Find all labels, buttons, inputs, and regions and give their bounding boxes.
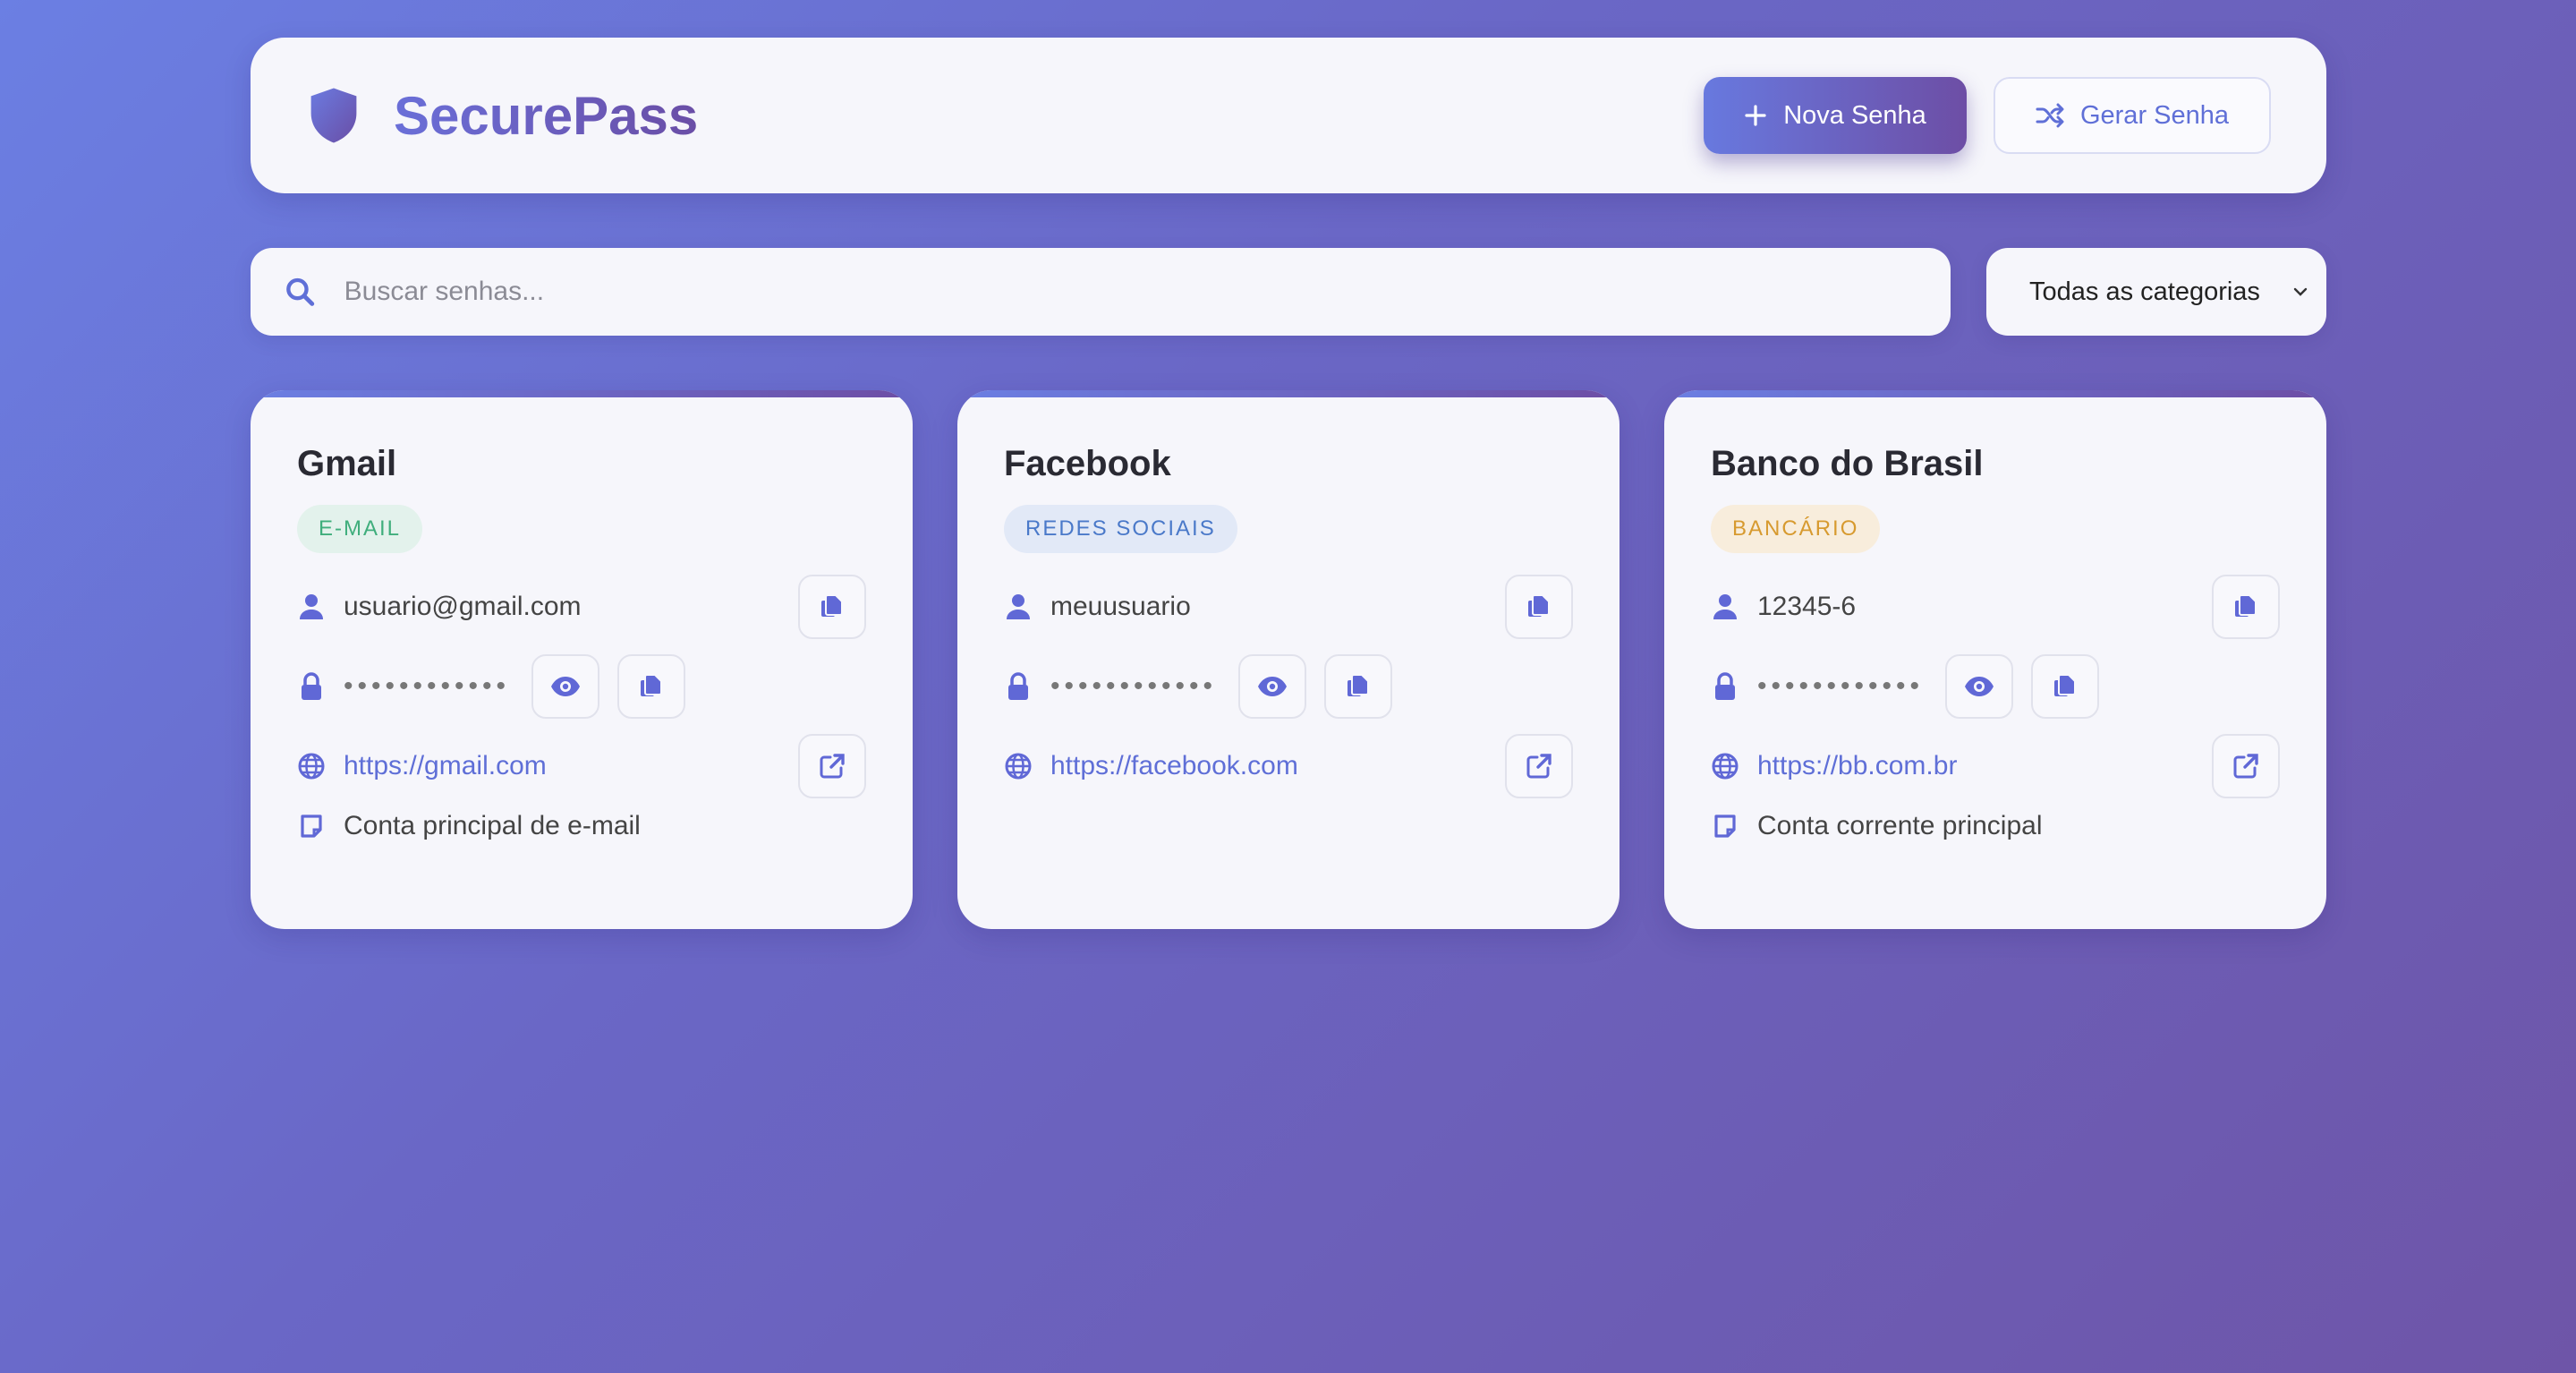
- chevron-down-icon: [2293, 287, 2308, 296]
- external-link-icon: [820, 754, 845, 779]
- user-icon: [297, 593, 326, 621]
- card-title: Gmail: [297, 444, 397, 483]
- url-link[interactable]: https://bb.com.br: [1757, 751, 2212, 781]
- user-icon: [1004, 593, 1033, 621]
- url-row: https://facebook.com: [1004, 734, 1573, 798]
- password-row: ••••••••••••: [297, 654, 866, 719]
- shield-icon: [310, 88, 357, 143]
- copy-icon: [2054, 674, 2077, 696]
- password-card: Facebook REDES SOCIAIS meuusuario ••••••…: [957, 390, 1620, 929]
- copy-password-button[interactable]: [2031, 654, 2100, 719]
- note-text: Conta corrente principal: [1757, 811, 2043, 840]
- card-title: Banco do Brasil: [1711, 444, 1984, 483]
- url-link[interactable]: https://facebook.com: [1050, 751, 1505, 781]
- app: SecurePass Nova Senha Gerar Senha Buscar…: [251, 38, 2326, 929]
- new-password-button[interactable]: Nova Senha: [1704, 77, 1967, 154]
- password-field: ••••••••••••: [344, 654, 686, 719]
- username-row: usuario@gmail.com: [297, 575, 866, 639]
- globe-icon: [297, 752, 326, 780]
- brand-title: SecurePass: [394, 85, 699, 146]
- password-masked: ••••••••••••: [1757, 671, 1925, 701]
- note-row: Conta principal de e-mail: [297, 811, 866, 841]
- plus-icon: [1745, 105, 1766, 126]
- password-masked: ••••••••••••: [344, 671, 511, 701]
- copy-password-button[interactable]: [617, 654, 686, 719]
- category-select[interactable]: Todas as categorias: [1986, 248, 2326, 336]
- username-text: meuusuario: [1050, 592, 1191, 621]
- password-field: ••••••••••••: [1757, 654, 2100, 719]
- password-masked: ••••••••••••: [1050, 671, 1218, 701]
- eye-icon: [551, 677, 581, 696]
- category-badge: BANCÁRIO: [1711, 505, 1881, 553]
- lock-icon: [1004, 672, 1033, 701]
- password-card: Gmail E-MAIL usuario@gmail.com •••••••••…: [251, 390, 913, 929]
- search-box: [251, 248, 1951, 336]
- copy-icon: [821, 594, 843, 617]
- username-text: usuario@gmail.com: [344, 592, 582, 621]
- lock-icon: [297, 672, 326, 701]
- new-password-label: Nova Senha: [1783, 100, 1926, 130]
- password-field: ••••••••••••: [1050, 654, 1393, 719]
- generate-password-button[interactable]: Gerar Senha: [1994, 77, 2271, 154]
- url-link[interactable]: https://gmail.com: [344, 751, 798, 781]
- category-badge: REDES SOCIAIS: [1004, 505, 1237, 553]
- header-actions: Nova Senha Gerar Senha: [1704, 77, 2271, 154]
- note-icon: [1711, 812, 1739, 840]
- copy-username-button[interactable]: [1505, 575, 1573, 639]
- copy-icon: [1348, 674, 1370, 696]
- category-badge: E-MAIL: [297, 505, 423, 553]
- external-link-icon: [1526, 754, 1552, 779]
- show-password-button[interactable]: [1945, 654, 2014, 719]
- eye-icon: [1965, 677, 1994, 696]
- username-row: 12345-6: [1711, 575, 2280, 639]
- brand: SecurePass: [306, 85, 698, 147]
- globe-icon: [1004, 752, 1033, 780]
- open-url-button[interactable]: [1505, 734, 1573, 798]
- category-select-value: Todas as categorias: [2029, 277, 2260, 306]
- username-text: 12345-6: [1757, 592, 1857, 621]
- password-row: ••••••••••••: [1711, 654, 2280, 719]
- copy-icon: [2235, 594, 2257, 617]
- username-row: meuusuario: [1004, 575, 1573, 639]
- copy-username-button[interactable]: [2212, 575, 2280, 639]
- show-password-button[interactable]: [1238, 654, 1307, 719]
- url-row: https://gmail.com: [297, 734, 866, 798]
- app-header: SecurePass Nova Senha Gerar Senha: [251, 38, 2326, 193]
- search-input[interactable]: [342, 276, 1917, 308]
- note-row: Conta corrente principal: [1711, 811, 2280, 841]
- password-cards: Gmail E-MAIL usuario@gmail.com •••••••••…: [251, 390, 2326, 929]
- password-card: Banco do Brasil BANCÁRIO 12345-6 •••••••…: [1664, 390, 2326, 929]
- lock-icon: [1711, 672, 1739, 701]
- external-link-icon: [2233, 754, 2258, 779]
- copy-icon: [641, 674, 663, 696]
- open-url-button[interactable]: [798, 734, 866, 798]
- url-row: https://bb.com.br: [1711, 734, 2280, 798]
- card-title: Facebook: [1004, 444, 1171, 483]
- user-icon: [1711, 593, 1739, 621]
- copy-password-button[interactable]: [1324, 654, 1393, 719]
- show-password-button[interactable]: [531, 654, 600, 719]
- globe-icon: [1711, 752, 1739, 780]
- open-url-button[interactable]: [2212, 734, 2280, 798]
- generate-password-label: Gerar Senha: [2079, 100, 2230, 130]
- shuffle-icon: [2036, 103, 2064, 128]
- note-text: Conta principal de e-mail: [344, 811, 641, 840]
- eye-icon: [1258, 677, 1288, 696]
- note-icon: [297, 812, 326, 840]
- copy-icon: [1528, 594, 1550, 617]
- search-row: Todas as categorias: [251, 248, 2326, 336]
- password-row: ••••••••••••: [1004, 654, 1573, 719]
- copy-username-button[interactable]: [798, 575, 866, 639]
- search-icon: [286, 277, 315, 306]
